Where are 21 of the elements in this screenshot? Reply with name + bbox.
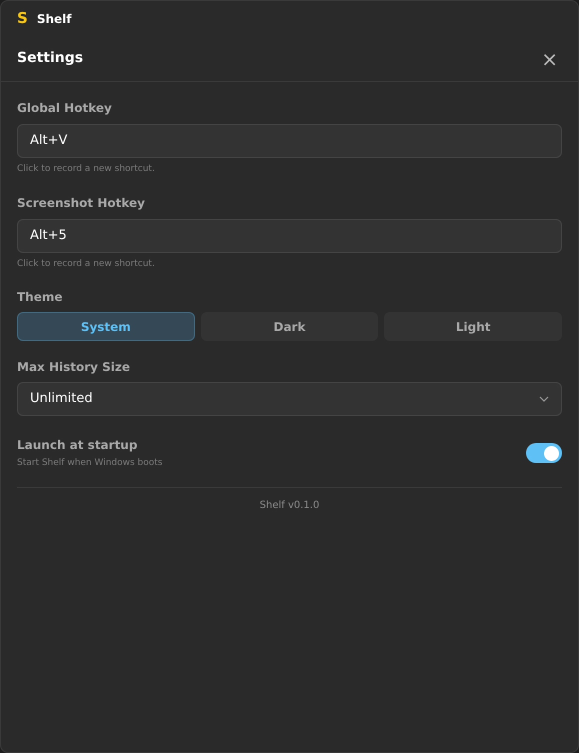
field-label: Max History Size <box>17 359 132 376</box>
field-label: Theme <box>17 289 64 306</box>
field-label: Screenshot Hotkey <box>17 194 146 212</box>
dialog-title: Settings <box>17 49 84 68</box>
hint-text: Click to record a new shortcut. <box>17 163 156 176</box>
version-text: Shelf v0.1.0 <box>258 498 320 512</box>
field-label: Global Hotkey <box>17 100 113 117</box>
setting-label: Launch at startup <box>17 437 138 454</box>
theme-option[interactable]: System <box>17 312 195 341</box>
window-title: Shelf <box>36 10 72 28</box>
startup-toggle[interactable] <box>526 443 562 464</box>
theme-option[interactable]: Light <box>384 312 562 341</box>
close-button[interactable]: × <box>537 48 562 68</box>
setting-description: Start Shelf when Windows boots <box>17 457 162 470</box>
chevron-down-icon <box>539 396 549 402</box>
hint-text: Click to record a new shortcut. <box>17 258 156 270</box>
theme-option[interactable]: Dark <box>200 312 378 341</box>
history-dropdown[interactable]: Unlimited <box>17 382 562 416</box>
app-logo: S <box>17 8 28 30</box>
hotkey-field[interactable]: Alt+5 <box>17 218 562 252</box>
hotkey-field[interactable]: Alt+V <box>17 124 562 158</box>
